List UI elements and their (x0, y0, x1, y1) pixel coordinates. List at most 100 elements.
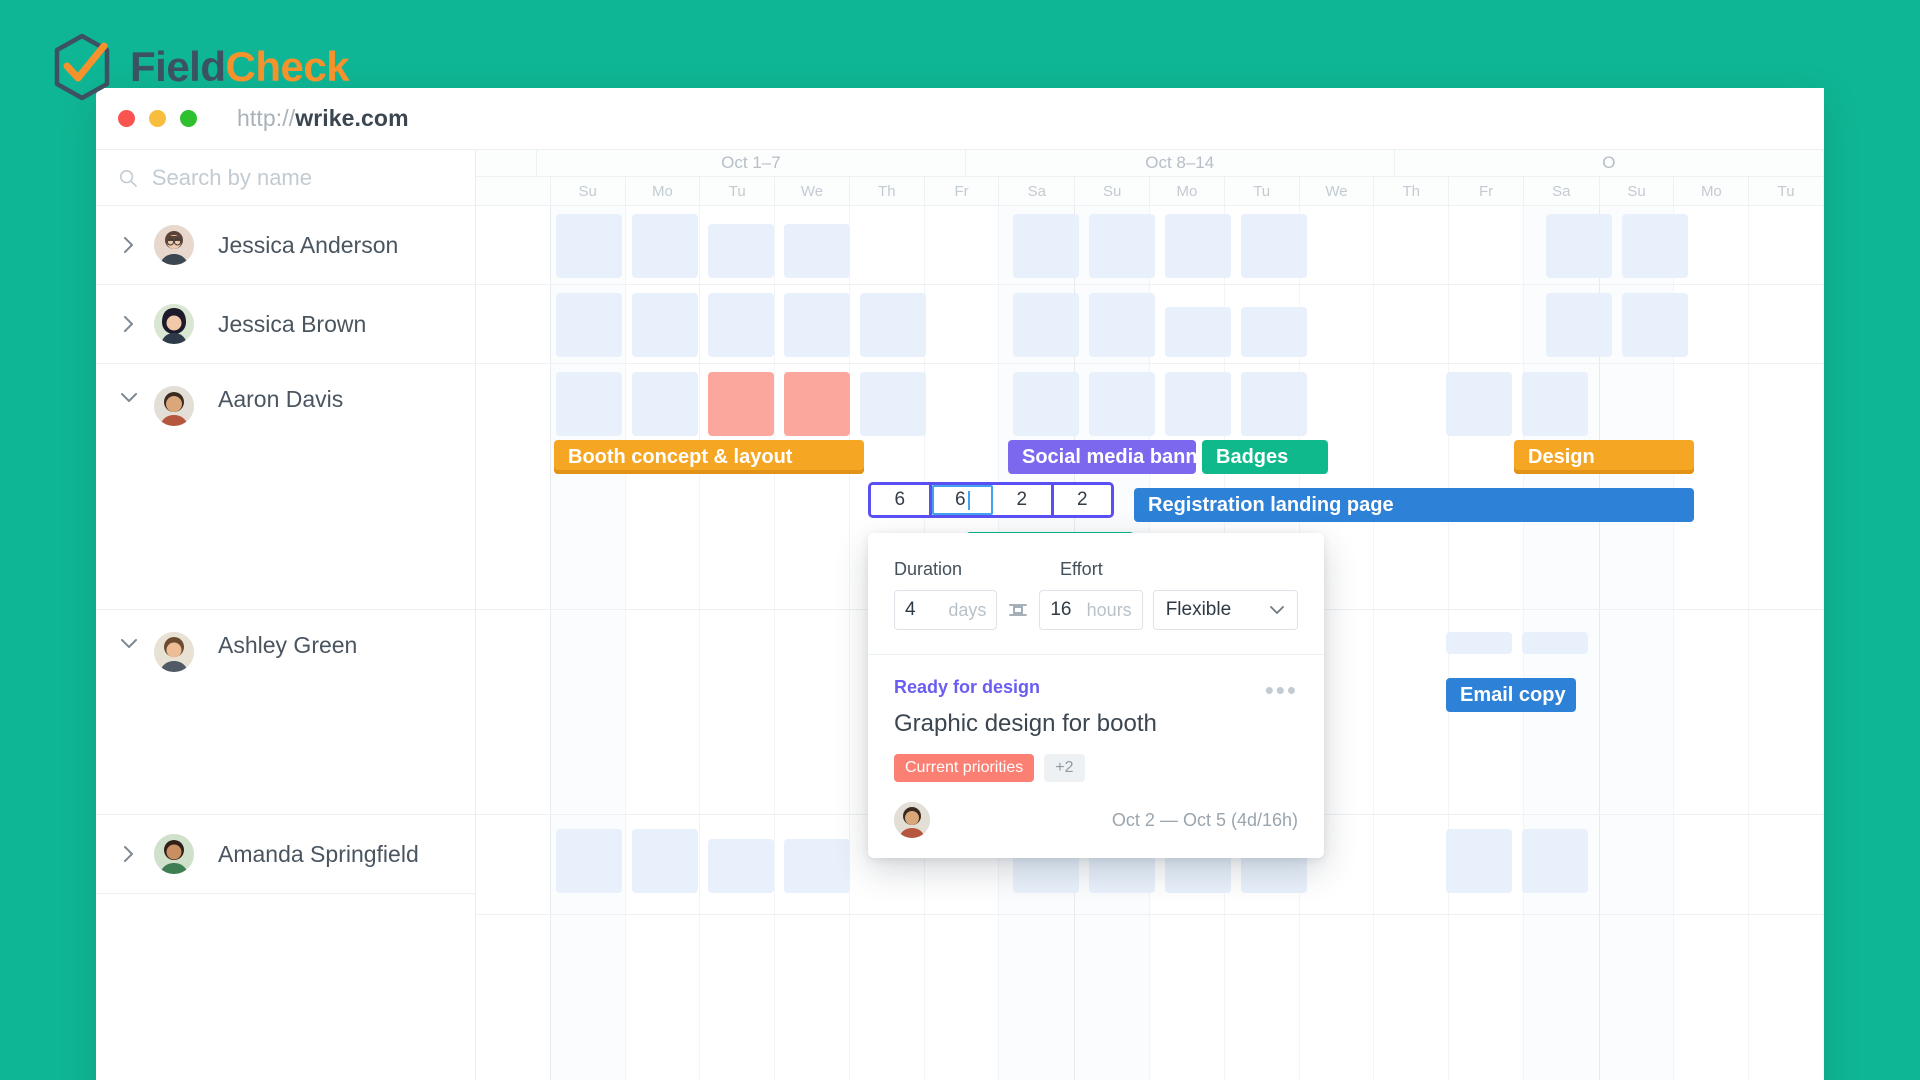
effort-allocation-editor[interactable]: 6 6 2 2 (868, 482, 1114, 518)
allocation-day-1[interactable]: 6 (871, 485, 932, 515)
day-label: Fr (925, 177, 1000, 206)
allocation-day-2[interactable]: 6 (932, 485, 994, 515)
task-bar-label: Badges (1216, 446, 1288, 469)
workload-cell[interactable] (1446, 372, 1512, 436)
sidebar-item-jessica-anderson[interactable]: Jessica Anderson (96, 206, 475, 285)
timeline-row-jessica-brown[interactable] (476, 285, 1824, 364)
chevron-right-icon[interactable] (118, 313, 140, 335)
duration-input[interactable]: 4 days (894, 590, 997, 630)
day-label: Tu (1749, 177, 1824, 206)
workload-cell[interactable] (1241, 214, 1307, 278)
task-bar-label: Booth concept & layout (568, 446, 792, 469)
schedule-mode-select[interactable]: Flexible (1153, 590, 1298, 630)
day-label: We (1300, 177, 1375, 206)
chevron-down-icon[interactable] (118, 632, 140, 654)
workload-cell[interactable] (1546, 293, 1612, 357)
schedule-mode-value: Flexible (1166, 599, 1231, 621)
effort-input[interactable]: 16 hours (1039, 590, 1142, 630)
workload-cell[interactable] (1522, 632, 1588, 654)
task-bar-design[interactable]: Design (1514, 440, 1694, 474)
sidebar-item-label: Aaron Davis (218, 386, 343, 413)
workload-cell[interactable] (1446, 829, 1512, 893)
workload-cell[interactable] (708, 293, 774, 357)
search-row[interactable] (96, 150, 475, 206)
allocation-day-4[interactable]: 2 (1054, 485, 1112, 515)
workload-cell[interactable] (708, 839, 774, 893)
workload-cell[interactable] (556, 829, 622, 893)
avatar[interactable] (894, 802, 930, 838)
workload-cell[interactable] (1165, 307, 1231, 357)
workload-cell-overload[interactable] (784, 372, 850, 436)
workload-cell[interactable] (1165, 372, 1231, 436)
workload-cell[interactable] (1446, 632, 1512, 654)
maximize-window-button[interactable] (180, 110, 197, 127)
address-bar[interactable]: http://wrike.com (237, 105, 409, 132)
chevron-right-icon[interactable] (118, 234, 140, 256)
workload-cell[interactable] (632, 372, 698, 436)
task-bar-badges[interactable]: Badges (1202, 440, 1328, 474)
gantt-timeline[interactable]: Oct 1–7 Oct 8–14 O Su Mo Tu We Th Fr Sa … (476, 150, 1824, 1080)
chevron-down-icon[interactable] (118, 386, 140, 408)
workload-cell[interactable] (1522, 372, 1588, 436)
link-duration-effort-icon[interactable] (1007, 599, 1029, 621)
workload-cell[interactable] (784, 224, 850, 278)
day-label: Mo (1150, 177, 1225, 206)
week-label: Oct 1–7 (537, 150, 965, 177)
browser-titlebar: http://wrike.com (96, 88, 1824, 150)
workload-cell[interactable] (860, 372, 926, 436)
workload-cell[interactable] (1089, 372, 1155, 436)
chevron-right-icon[interactable] (118, 843, 140, 865)
workload-cell[interactable] (1165, 214, 1231, 278)
workload-cell-overload[interactable] (708, 372, 774, 436)
workload-cell[interactable] (1522, 829, 1588, 893)
workload-cell[interactable] (1546, 214, 1612, 278)
tag-current-priorities[interactable]: Current priorities (894, 754, 1034, 782)
workload-cell[interactable] (860, 293, 926, 357)
url-protocol: http:// (237, 105, 295, 131)
sidebar-item-amanda-springfield[interactable]: Amanda Springfield (96, 815, 475, 894)
sidebar-item-aaron-davis[interactable]: Aaron Davis (96, 364, 475, 610)
workload-cell[interactable] (1241, 307, 1307, 357)
workload-cell[interactable] (632, 293, 698, 357)
allocation-day-3[interactable]: 2 (993, 485, 1054, 515)
day-label: Th (1374, 177, 1449, 206)
workload-cell[interactable] (556, 372, 622, 436)
workload-cell[interactable] (784, 839, 850, 893)
allocation-value: 6 (955, 489, 966, 511)
task-bar-social-media-banners[interactable]: Social media banners (1008, 440, 1196, 474)
task-detail-popup[interactable]: Duration Effort 4 days (868, 533, 1324, 858)
task-title[interactable]: Graphic design for booth (894, 710, 1298, 738)
workload-cell[interactable] (1013, 214, 1079, 278)
search-input[interactable] (152, 165, 455, 191)
duration-label: Duration (894, 559, 1006, 580)
workload-cell[interactable] (556, 214, 622, 278)
sidebar-item-jessica-brown[interactable]: Jessica Brown (96, 285, 475, 364)
workload-cell[interactable] (632, 214, 698, 278)
chevron-down-icon (1269, 599, 1285, 621)
task-bar-email-copy[interactable]: Email copy (1446, 678, 1576, 712)
workload-cell[interactable] (1089, 214, 1155, 278)
week-label: Oct 8–14 (966, 150, 1395, 177)
workload-cell[interactable] (1622, 293, 1688, 357)
popup-footer: Oct 2 — Oct 5 (4d/16h) (894, 802, 1298, 838)
workload-cell[interactable] (1013, 372, 1079, 436)
task-bar-registration-landing-page[interactable]: Registration landing page (1134, 488, 1694, 522)
timeline-row-jessica-anderson[interactable] (476, 206, 1824, 285)
workload-cell[interactable] (1622, 214, 1688, 278)
workload-cell[interactable] (784, 293, 850, 357)
effort-label: Effort (1060, 559, 1103, 580)
workload-cell[interactable] (632, 829, 698, 893)
sidebar-item-ashley-green[interactable]: Ashley Green (96, 610, 475, 815)
workload-cell[interactable] (1013, 293, 1079, 357)
task-status[interactable]: Ready for design (894, 677, 1298, 698)
more-options-icon[interactable]: ••• (1265, 677, 1298, 703)
task-bar-booth-concept[interactable]: Booth concept & layout (554, 440, 864, 474)
workload-cell[interactable] (1241, 372, 1307, 436)
workload-cell[interactable] (1089, 293, 1155, 357)
tag-more-count[interactable]: +2 (1044, 754, 1084, 782)
task-date-range: Oct 2 — Oct 5 (4d/16h) (1112, 810, 1298, 831)
close-window-button[interactable] (118, 110, 135, 127)
minimize-window-button[interactable] (149, 110, 166, 127)
workload-cell[interactable] (708, 224, 774, 278)
workload-cell[interactable] (556, 293, 622, 357)
